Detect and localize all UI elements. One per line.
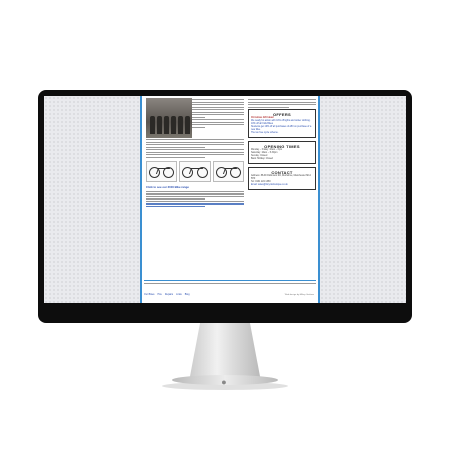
nav-repairs[interactable]: Repairs bbox=[165, 293, 173, 296]
footer-note bbox=[144, 278, 316, 285]
bike-thumbnail[interactable] bbox=[212, 160, 244, 182]
apple-logo-icon: ● bbox=[221, 377, 227, 387]
nav-links[interactable]: Links bbox=[176, 293, 182, 296]
main-content: Click to see our 2016 Bike range bbox=[146, 98, 244, 208]
nav-our-bikes[interactable]: Our Bikes bbox=[144, 293, 155, 296]
bike-thumbnail[interactable] bbox=[179, 160, 211, 182]
staff-photo bbox=[146, 98, 192, 138]
bike-thumbnail[interactable] bbox=[146, 160, 178, 182]
monitor-bezel: Click to see our 2016 Bike range OFFERS … bbox=[38, 90, 412, 387]
screen: Click to see our 2016 Bike range OFFERS … bbox=[44, 96, 406, 303]
copyright: Web design by Mikey Graham bbox=[284, 294, 314, 296]
bike-gallery bbox=[146, 160, 244, 182]
offers-box: OFFERS Christmas Gift Ideas! We ready fo… bbox=[248, 109, 316, 139]
monitor-stand-neck bbox=[189, 323, 261, 381]
bike-range-link[interactable]: Click to see our 2016 Bike range bbox=[146, 185, 244, 189]
footer-nav: Our Bikes Hire Repairs Links Blog bbox=[144, 293, 190, 296]
opening-times-box: OPENING TIMES Monday – Friday: 10am – 6p… bbox=[248, 141, 316, 165]
contact-box: CONTACT Address: 88-90 Dickinson Rd, Rus… bbox=[248, 167, 316, 191]
nav-hire[interactable]: Hire bbox=[158, 293, 162, 296]
sidebar: OFFERS Christmas Gift Ideas! We ready fo… bbox=[248, 98, 316, 193]
nav-blog[interactable]: Blog bbox=[185, 293, 190, 296]
web-page: Click to see our 2016 Bike range OFFERS … bbox=[140, 96, 320, 303]
